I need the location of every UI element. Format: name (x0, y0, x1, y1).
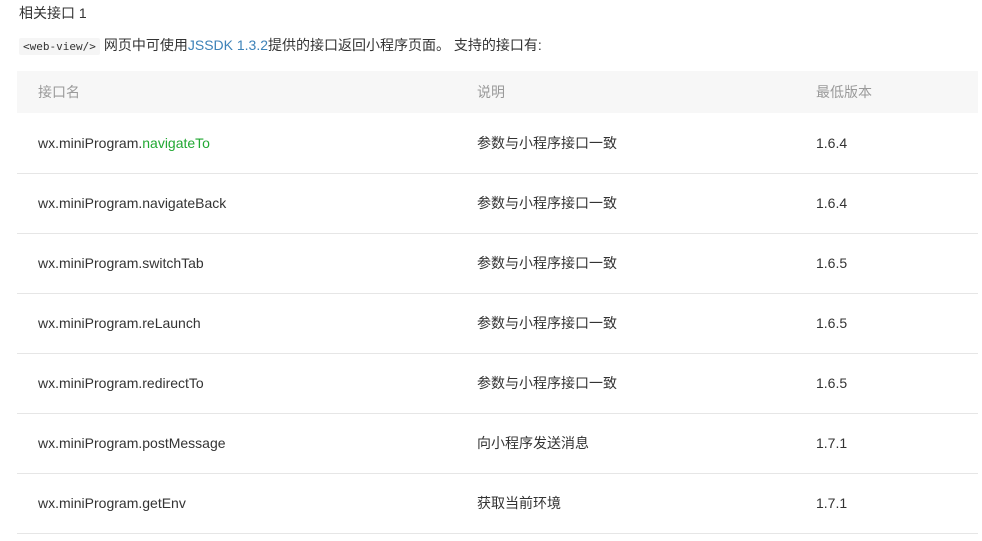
header-api-name: 接口名 (38, 84, 80, 100)
description-cell: 参数与小程序接口一致 (477, 255, 617, 271)
intro-paragraph: <web-view/> 网页中可使用JSSDK 1.3.2提供的接口返回小程序页面… (19, 36, 542, 56)
header-min-version: 最低版本 (816, 84, 872, 100)
api-name-method: navigateTo (142, 134, 210, 151)
table-row: wx.miniProgram.reLaunch 参数与小程序接口一致 1.6.5 (17, 293, 978, 353)
api-name-prefix: wx.miniProgram. (38, 315, 143, 331)
version-cell: 1.7.1 (816, 495, 848, 511)
api-name-prefix: wx.miniProgram. (38, 134, 143, 151)
table-row: wx.miniProgram.switchTab 参数与小程序接口一致 1.6.… (17, 233, 978, 293)
api-name-prefix: wx.miniProgram. (38, 495, 143, 511)
version-cell: 1.6.5 (816, 255, 848, 271)
version-cell: 1.6.4 (816, 195, 848, 211)
api-name-prefix: wx.miniProgram. (38, 435, 143, 451)
intro-text-after: 提供的接口返回小程序页面。 支持的接口有: (268, 37, 542, 53)
version-cell: 1.6.4 (816, 134, 848, 151)
table-row: wx.miniProgram.getEnv 获取当前环境 1.7.1 (17, 473, 978, 533)
description-cell: 参数与小程序接口一致 (477, 375, 617, 391)
api-name-prefix: wx.miniProgram. (38, 195, 143, 211)
table-row: wx.miniProgram.postMessage 向小程序发送消息 1.7.… (17, 413, 978, 473)
section-heading: 相关接口 1 (19, 5, 87, 21)
description-cell: 向小程序发送消息 (477, 435, 589, 451)
api-name-cell: wx.miniProgram.postMessage (17, 413, 456, 473)
api-name-method: switchTab (142, 255, 204, 271)
doc-page: 相关接口 1 <web-view/> 网页中可使用JSSDK 1.3.2提供的接口… (0, 0, 982, 541)
api-name-cell: wx.miniProgram.switchTab (17, 233, 456, 293)
table-row: wx.miniProgram.redirectTo 参数与小程序接口一致 1.6… (17, 353, 978, 413)
api-name-method: navigateBack (142, 195, 227, 211)
table-row: wx.miniProgram.navigateTo 参数与小程序接口一致 1.6… (17, 113, 978, 173)
description-cell: 参数与小程序接口一致 (477, 134, 617, 151)
table-row: wx.miniProgram.navigateBack 参数与小程序接口一致 1… (17, 173, 978, 233)
api-name-cell: wx.miniProgram.reLaunch (17, 293, 456, 353)
api-name-cell: wx.miniProgram.getEnv (17, 473, 456, 533)
version-cell: 1.6.5 (816, 375, 848, 391)
version-cell: 1.6.5 (816, 315, 848, 331)
api-name-prefix: wx.miniProgram. (38, 375, 143, 391)
api-name-method: redirectTo (142, 375, 204, 391)
web-view-code: <web-view/> (19, 38, 100, 55)
api-name-cell: wx.miniProgram.navigateTo (17, 113, 456, 173)
api-name-method: postMessage (142, 435, 226, 451)
intro-text-before: 网页中可使用 (103, 37, 188, 53)
description-cell: 参数与小程序接口一致 (477, 315, 617, 331)
api-name-method: getEnv (142, 495, 186, 511)
jssdk-link[interactable]: JSSDK 1.3.2 (188, 37, 268, 53)
version-cell: 1.7.1 (816, 435, 848, 451)
description-cell: 参数与小程序接口一致 (477, 195, 617, 211)
api-table: 接口名 说明 最低版本 wx.miniProgram.navigateTo 参数… (17, 71, 978, 534)
api-name-prefix: wx.miniProgram. (38, 255, 143, 271)
api-name-cell: wx.miniProgram.navigateBack (17, 173, 456, 233)
header-description: 说明 (477, 84, 505, 100)
table-header-row: 接口名 说明 最低版本 (17, 71, 978, 113)
description-cell: 获取当前环境 (477, 495, 561, 511)
api-name-method: reLaunch (142, 315, 201, 331)
api-name-cell: wx.miniProgram.redirectTo (17, 353, 456, 413)
